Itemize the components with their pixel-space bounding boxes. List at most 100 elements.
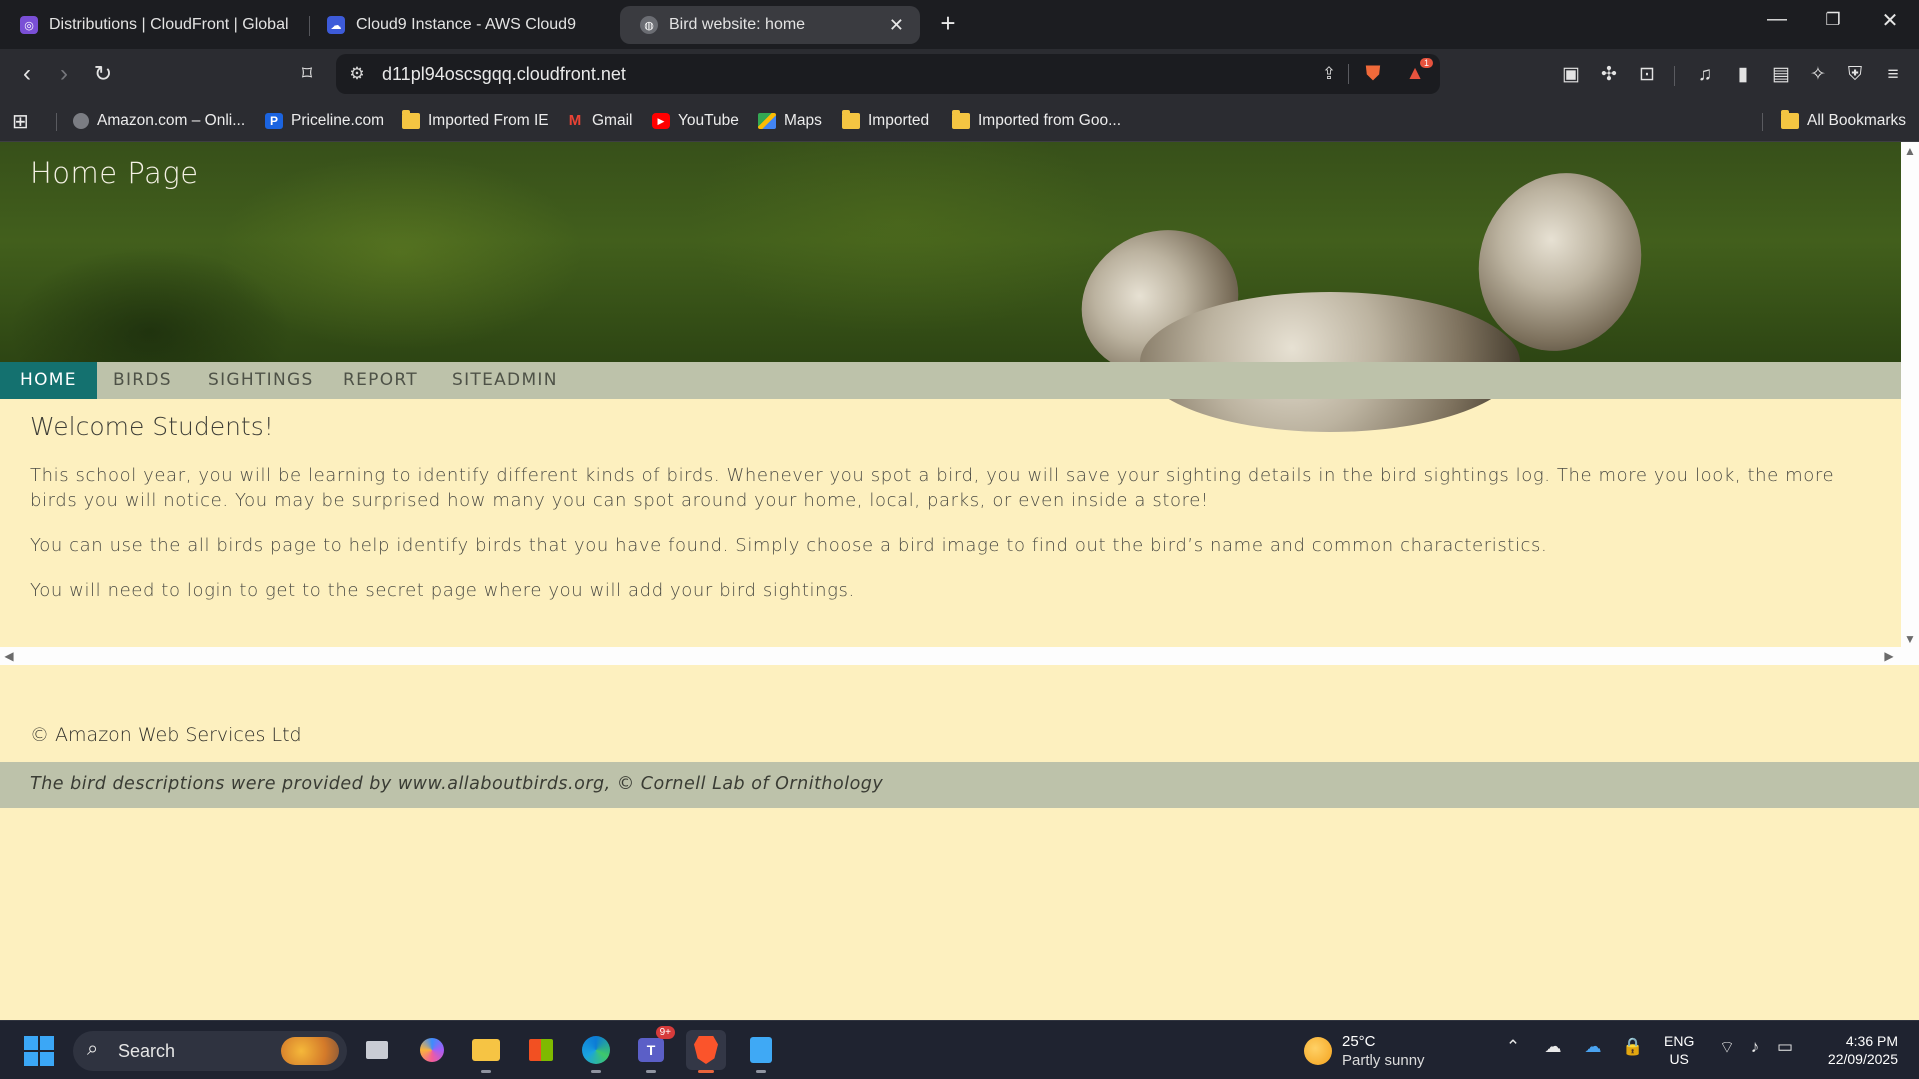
menu-icon[interactable]: ≡ — [1880, 62, 1906, 88]
birds-page-paragraph: You can use the all birds page to help i… — [30, 535, 1548, 556]
new-tab-button[interactable]: + — [936, 8, 960, 39]
sidebar-icon[interactable]: ▮ — [1730, 62, 1756, 88]
bookmarks-bar: ⊞ Amazon.com – Onli... P Priceline.com I… — [0, 101, 1919, 142]
rewards-badge: 1 — [1420, 58, 1434, 68]
search-highlight-image — [281, 1037, 339, 1065]
security-lock-icon[interactable]: 🔒 — [1620, 1037, 1646, 1057]
globe-icon — [73, 113, 89, 129]
wallet-icon[interactable]: ▤ — [1768, 62, 1794, 88]
restore-icon[interactable]: ❐ — [1818, 10, 1848, 30]
brave-browser-icon[interactable] — [686, 1030, 726, 1073]
horizontal-scrollbar[interactable]: ◀ ▶ — [0, 647, 1919, 665]
nav-birds[interactable]: BIRDS — [93, 362, 192, 399]
taskbar-search-box[interactable]: ⌕ Search — [73, 1031, 347, 1071]
tab-title: Bird website: home — [669, 16, 806, 33]
bookmark-priceline[interactable]: P Priceline.com — [265, 109, 384, 133]
bookmark-folder-imported[interactable]: Imported — [842, 109, 929, 133]
brave-shields-icon[interactable]: ⛊ — [1362, 63, 1384, 85]
hero-banner-image: Home Page — [0, 142, 1901, 432]
reload-icon[interactable]: ↻ — [88, 59, 118, 89]
input-language[interactable]: ENG US — [1664, 1032, 1694, 1068]
onedrive-warning-icon[interactable]: ☁ — [1540, 1037, 1566, 1057]
system-clock[interactable]: 4:36 PM 22/09/2025 — [1814, 1032, 1898, 1068]
bookmark-youtube[interactable]: ▶ YouTube — [652, 109, 739, 133]
running-indicator — [591, 1070, 601, 1073]
nav-sightings[interactable]: SIGHTINGS — [188, 362, 334, 399]
file-explorer-icon[interactable] — [466, 1030, 506, 1073]
page-viewport: Home Page HOME BIRDS SIGHTINGS REPORT SI… — [0, 142, 1901, 647]
tab-bird-website[interactable]: ◍ Bird website: home ✕ — [620, 6, 920, 44]
main-content: Welcome Students! This school year, you … — [30, 412, 1870, 623]
back-icon[interactable]: ‹ — [12, 59, 42, 89]
microsoft-store-icon[interactable] — [521, 1030, 561, 1070]
reader-mode-icon[interactable]: ⊡ — [1634, 62, 1660, 88]
welcome-heading: Welcome Students! — [30, 412, 274, 441]
nav-siteadmin[interactable]: SITEADMIN — [432, 362, 578, 399]
login-paragraph: You will need to login to get to the sec… — [30, 580, 855, 601]
share-icon[interactable]: ⇪ — [1318, 63, 1340, 85]
copilot-icon[interactable] — [412, 1030, 452, 1070]
region-code: US — [1669, 1051, 1689, 1067]
teams-badge: 9+ — [655, 1026, 675, 1039]
url-text[interactable]: d11pl94oscsgqq.cloudfront.net — [382, 64, 626, 85]
youtube-icon: ▶ — [652, 113, 670, 129]
task-view-icon[interactable] — [357, 1030, 397, 1070]
partly-sunny-icon — [1304, 1037, 1332, 1065]
bookmark-label: Imported from Goo... — [978, 112, 1121, 129]
onedrive-icon[interactable]: ☁ — [1580, 1037, 1606, 1057]
tab-cloud9[interactable]: ☁ Cloud9 Instance - AWS Cloud9 — [307, 6, 607, 44]
teams-icon[interactable]: T 9+ — [631, 1026, 675, 1073]
bookmark-gmail[interactable]: M Gmail — [566, 109, 633, 133]
scroll-down-icon[interactable]: ▼ — [1903, 632, 1917, 646]
running-indicator — [481, 1070, 491, 1073]
running-indicator — [646, 1070, 656, 1073]
vertical-scrollbar[interactable]: ▲ ▼ — [1901, 142, 1919, 647]
volume-icon[interactable]: ♪ — [1742, 1037, 1768, 1057]
bookmark-folder-imported-from-google[interactable]: Imported from Goo... — [952, 109, 1121, 133]
notepad-icon[interactable] — [741, 1030, 781, 1073]
bookmark-label: Gmail — [592, 112, 633, 129]
page-footer: The bird descriptions were provided by w… — [0, 762, 1919, 808]
edge-icon[interactable] — [576, 1030, 616, 1073]
bookmark-label: Amazon.com – Onli... — [97, 112, 246, 129]
show-hidden-icons-chevron-icon[interactable]: ⌃ — [1500, 1037, 1526, 1057]
bookmark-label: Priceline.com — [291, 112, 385, 129]
address-bar[interactable]: ⚙ d11pl94oscsgqq.cloudfront.net ⇪ ⛊ ▲ 1 — [336, 54, 1440, 94]
weather-description: Partly sunny — [1342, 1052, 1425, 1069]
bookmark-folder-imported-from-ie[interactable]: Imported From IE — [402, 109, 549, 133]
battery-icon[interactable]: ▭ — [1772, 1037, 1798, 1057]
extension-profile-icon[interactable]: ▣ — [1558, 62, 1584, 88]
wifi-icon[interactable]: ⌔ — [1714, 1037, 1740, 1058]
tab-cloudfront[interactable]: ◎ Distributions | CloudFront | Global — [0, 6, 290, 44]
bookmark-icon[interactable]: ⌑ — [292, 59, 322, 89]
cloudfront-icon: ◎ — [20, 16, 38, 34]
divider — [1348, 64, 1349, 84]
folder-icon — [1781, 110, 1799, 129]
bookmark-label: Imported From IE — [428, 112, 549, 129]
windows-start-icon[interactable] — [24, 1036, 54, 1066]
scroll-up-icon[interactable]: ▲ — [1903, 144, 1917, 158]
close-window-icon[interactable]: ✕ — [1875, 8, 1905, 33]
bookmark-label: Imported — [868, 112, 930, 129]
leo-ai-icon[interactable]: ✧ — [1805, 62, 1831, 88]
nav-home[interactable]: HOME — [0, 362, 97, 399]
running-indicator — [756, 1070, 766, 1073]
search-icon: ⌕ — [87, 1038, 99, 1060]
nav-report[interactable]: REPORT — [323, 362, 438, 399]
vpn-icon[interactable]: ⛨ — [1842, 62, 1868, 88]
scroll-left-icon[interactable]: ◀ — [2, 649, 16, 663]
bookmark-amazon[interactable]: Amazon.com – Onli... — [73, 109, 245, 133]
priceline-icon: P — [265, 113, 283, 129]
media-icon[interactable]: ♫ — [1692, 62, 1718, 88]
scroll-right-icon[interactable]: ▶ — [1882, 649, 1896, 663]
minimize-icon[interactable]: — — [1762, 8, 1792, 31]
site-settings-icon[interactable]: ⚙ — [346, 63, 368, 85]
divider — [56, 113, 57, 131]
forward-icon[interactable]: › — [49, 59, 79, 89]
search-label: Search — [118, 1041, 176, 1061]
bookmark-maps[interactable]: Maps — [758, 109, 822, 133]
close-tab-icon[interactable]: ✕ — [889, 15, 904, 36]
extensions-puzzle-icon[interactable]: ✣ — [1596, 62, 1622, 88]
apps-grid-icon[interactable]: ⊞ — [12, 109, 29, 133]
all-bookmarks-button[interactable]: All Bookmarks — [1781, 109, 1906, 133]
